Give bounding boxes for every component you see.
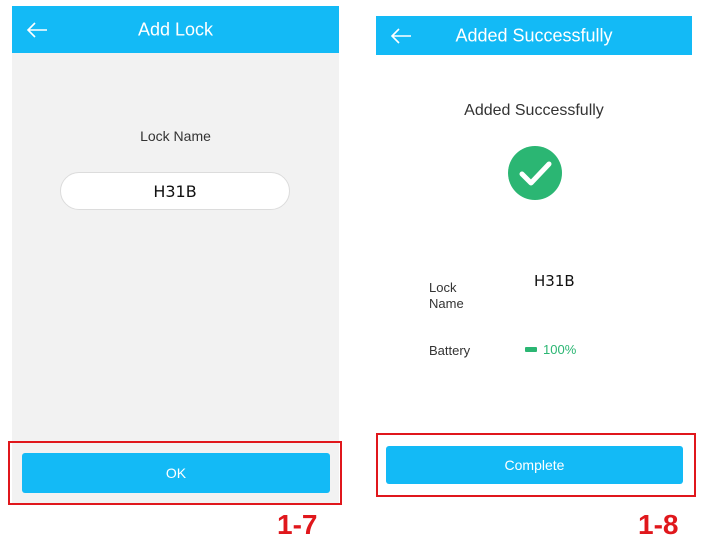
lock-name-value: H31B: [534, 272, 575, 290]
lock-name-label: Lock Name: [140, 128, 211, 144]
battery-label: Battery: [429, 343, 471, 358]
lock-name-label: Lock Name: [429, 280, 479, 312]
page-title: Add Lock: [137, 19, 214, 39]
add-lock-screen: Add Lock Lock Name OK: [12, 6, 339, 503]
lock-name-label-text: Lock Name: [429, 280, 464, 311]
battery-percent: 100%: [543, 342, 577, 357]
ok-button[interactable]: OK: [22, 453, 330, 493]
battery-icon: [525, 347, 537, 352]
check-circle-icon: [508, 146, 562, 200]
success-heading: Added Successfully: [464, 102, 604, 119]
lock-name-input[interactable]: [60, 172, 290, 210]
add-lock-header: Add Lock: [12, 6, 339, 53]
added-successfully-screen: Added Successfully Added Successfully Lo…: [376, 16, 692, 502]
step-label-left: 1-7: [277, 509, 318, 540]
step-label-right: 1-8: [638, 509, 679, 540]
page-title: Added Successfully: [455, 25, 613, 45]
success-header: Added Successfully: [376, 16, 692, 55]
battery-value: 100%: [525, 342, 576, 357]
complete-button[interactable]: Complete: [386, 446, 683, 484]
